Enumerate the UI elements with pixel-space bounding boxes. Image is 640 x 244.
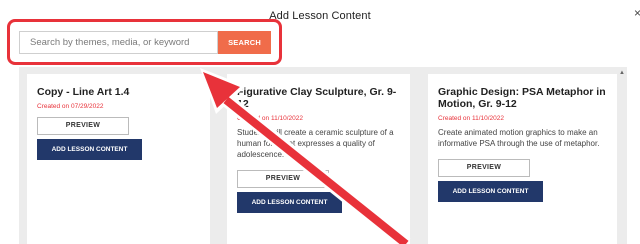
card-title: Copy - Line Art 1.4 [37,86,130,98]
lesson-card: Graphic Design: PSA Metaphor in Motion, … [428,74,617,244]
add-lesson-content-button[interactable]: ADD LESSON CONTENT [438,181,543,202]
search-input[interactable] [19,31,218,54]
preview-button[interactable]: PREVIEW [438,159,530,177]
preview-button[interactable]: PREVIEW [37,117,129,135]
card-title: Graphic Design: PSA Metaphor in Motion, … [438,86,606,110]
card-date: Created on 11/10/2022 [237,115,304,122]
close-icon[interactable]: × [634,6,640,20]
lesson-card: Figurative Clay Sculpture, Gr. 9-12 Crea… [227,74,410,244]
add-lesson-content-button[interactable]: ADD LESSON CONTENT [237,192,342,213]
preview-button[interactable]: PREVIEW [237,170,329,188]
card-description: Students will create a ceramic sculpture… [237,128,394,159]
chevron-up-icon[interactable]: ▲ [619,70,625,76]
search-button[interactable]: SEARCH [218,31,271,54]
add-lesson-content-button[interactable]: ADD LESSON CONTENT [37,139,142,160]
card-description: Create animated motion graphics to make … [438,128,600,148]
lesson-card: Copy - Line Art 1.4 Created on 07/29/202… [27,74,210,244]
card-title: Figurative Clay Sculpture, Gr. 9-12 [237,86,397,110]
card-date: Created on 11/10/2022 [438,115,505,122]
card-date: Created on 07/29/2022 [37,103,104,110]
